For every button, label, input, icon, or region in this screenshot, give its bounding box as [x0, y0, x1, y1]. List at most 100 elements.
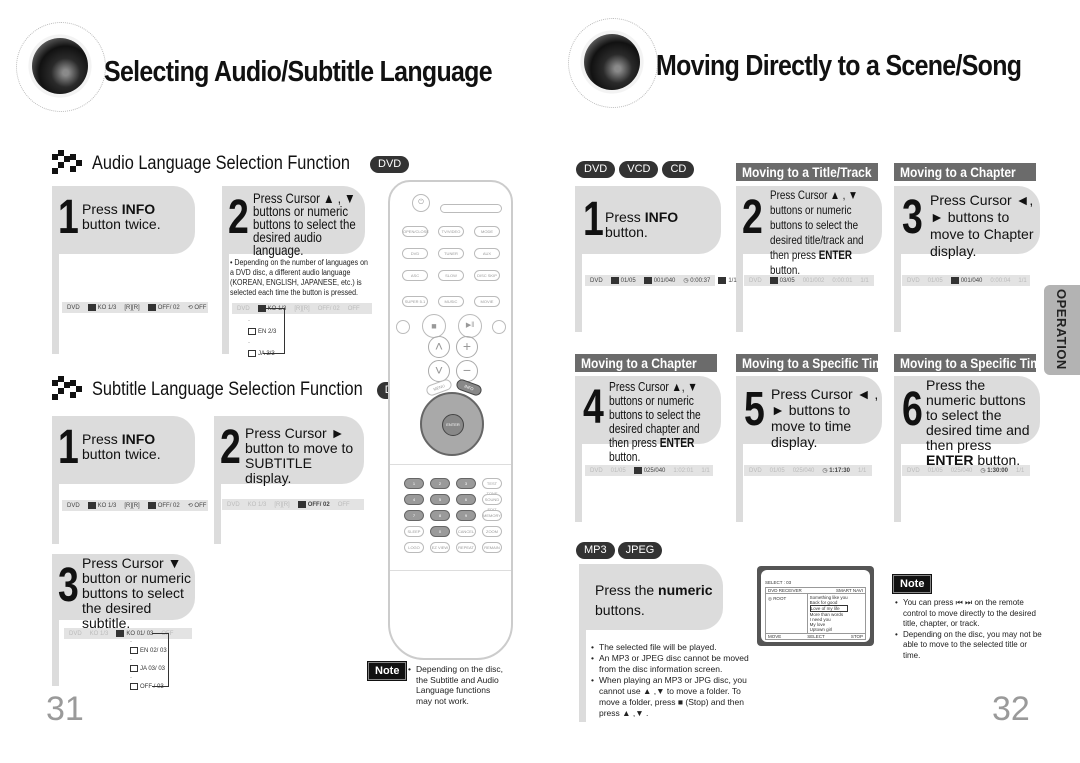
osd-angle: 1/1	[1018, 277, 1027, 284]
subtitle-step-1: 1 Press INFO button twice.	[52, 416, 195, 484]
osd-subtitle-value: OFF/ 02	[157, 503, 180, 510]
jpeg-badge: JPEG	[617, 542, 663, 559]
osd-disc: DVD	[237, 305, 250, 312]
subtitle-icon	[130, 647, 138, 654]
osd-time-value: 1:17:30	[829, 468, 850, 474]
osd-subtitle: OFF/ 02	[317, 305, 340, 312]
osd-subtitle: OFF/ 02	[147, 501, 180, 510]
audio-icon	[87, 303, 96, 311]
note-text-32: You can press ⏮ ⏭ on the remote control …	[895, 598, 1045, 661]
remote-btn-repeat: REPEAT	[456, 542, 476, 553]
osd-title: 01/05	[610, 276, 636, 284]
osd-bar-scene-2: DVD 03/05 001/002 0:00:01 1/1	[744, 275, 874, 286]
remote-btn-slow: SLOW	[438, 270, 464, 281]
remote-num-1: 1	[404, 478, 424, 489]
osd-repeat: OFF	[347, 305, 360, 312]
subtitle-section-heading: Subtitle Language Selection Function DVD	[52, 376, 417, 404]
step-number: 1	[583, 193, 604, 246]
audio-section-title: Audio Language Selection Function	[92, 153, 351, 174]
step-text: Press INFO button twice.	[82, 202, 192, 232]
note-item: Depending on the disc, you may not be ab…	[895, 630, 1045, 662]
scene-step-3: 3 Press Cursor ◄, ► buttons to move to C…	[894, 186, 1040, 259]
osd-chapter: 001/040	[950, 276, 982, 284]
osd-subtitle: KO 01/ 03	[116, 629, 153, 637]
remote-btn-cancel: CANCEL	[456, 526, 476, 537]
audio-step-1: 1 Press INFO button twice.	[52, 186, 195, 254]
step-number: 2	[228, 191, 249, 244]
subtitle-step-2: 2 Press Cursor ► button to move to SUBTI…	[214, 416, 364, 486]
remote-num-5: 5	[430, 494, 450, 505]
osd-title: 01/05	[769, 467, 785, 474]
section-arrows-icon	[52, 150, 86, 178]
step-tail	[736, 444, 743, 522]
mp3-bullet: An MP3 or JPEG disc cannot be moved from…	[591, 653, 751, 675]
scene-step-2: 2 Press Cursor ▲ , ▼ buttons or numeric …	[736, 186, 882, 277]
osd-chapter: 025/040	[792, 467, 815, 474]
folder-pane: ◎ ROOT	[766, 594, 808, 633]
audio-icon	[87, 501, 96, 509]
subtitle-step-3: 3 Press Cursor ▼ button or numeric butto…	[52, 554, 195, 631]
osd-chapter: 025/040	[950, 467, 973, 474]
remote-num-0: 0	[430, 526, 450, 537]
osd-chapter: 001/040	[643, 276, 675, 284]
osd-chapter: 025/040	[633, 466, 665, 474]
remote-btn-aux: AUX	[474, 248, 500, 259]
osd-disc: DVD	[590, 467, 603, 474]
step-text-post: button.	[605, 224, 648, 240]
osd-time-value: 0:00:37	[690, 278, 711, 284]
step-number: 5	[744, 383, 765, 436]
osd-time: 0:00:04	[990, 277, 1011, 284]
osd-sound: [R][R]	[124, 304, 140, 311]
osd-sound: [R][R]	[294, 305, 310, 312]
folder-name: ROOT	[773, 596, 787, 601]
mp3-step: Press the numeric buttons.	[579, 564, 723, 630]
step-text-pre: Press the numeric buttons to select the …	[926, 377, 1030, 453]
mp3-bullets: The selected file will be played. An MP3…	[591, 642, 751, 719]
remote-num-9: 9	[456, 510, 476, 521]
step-text: Press the numeric buttons to select the …	[926, 378, 1038, 468]
remote-btn-movie: MOVIE	[474, 296, 500, 307]
audio-note-text: Depending on the number of languages on …	[230, 258, 368, 297]
info-keyword: INFO	[644, 209, 679, 225]
section-arrows-icon	[52, 376, 86, 404]
osd-sound: [R][R]	[124, 502, 140, 509]
step-tail	[222, 254, 229, 354]
remote-btn-remain: REMAIN	[482, 542, 502, 553]
osd-chapter: 001/002	[802, 277, 825, 284]
dvd-badge: DVD	[370, 155, 410, 173]
osd-time: ◷ 1:30:00	[980, 468, 1008, 474]
step-tail	[52, 254, 59, 354]
note-text-31: Depending on the disc, the Subtitle and …	[408, 664, 508, 706]
skip-forward-icon	[492, 320, 506, 334]
subtitle-icon	[116, 629, 125, 637]
osd-bar-scene-3: DVD 01/05 001/040 0:00:04 1/1	[902, 275, 1030, 286]
disc-logo-icon	[564, 14, 660, 110]
remote-num-8: 8	[430, 510, 450, 521]
step-tail	[894, 254, 901, 332]
tv-screen: SELECT : 03 DVD RECEIVER SMART NAVI ◎ RO…	[761, 570, 870, 642]
osd-angle: 1/1	[857, 467, 867, 474]
remote-divider	[390, 570, 511, 571]
osd-angle: 1/1	[718, 276, 737, 284]
volume-up-icon: +	[456, 336, 478, 358]
step-number: 2	[220, 421, 241, 474]
enter-keyword: ENTER	[659, 436, 695, 450]
screen-body: ◎ ROOT Something like you Back for good …	[765, 594, 866, 634]
tag-specific-time-1: Moving to a Specific Time	[736, 354, 878, 372]
page-number-32: 32	[992, 690, 1030, 728]
mp3-badge: MP3	[576, 542, 615, 559]
osd-subtitle: OFF/ 02	[147, 303, 180, 311]
step-number: 3	[58, 559, 79, 612]
note-badge-32: Note	[891, 574, 933, 594]
power-button-icon: ⏻	[412, 194, 430, 212]
subtitle-section-title: Subtitle Language Selection Function	[92, 379, 363, 400]
osd-disc: DVD	[907, 467, 920, 474]
osd-time: ◷ 0:00:37	[683, 278, 711, 284]
audio-note: • Depending on the number of languages o…	[230, 258, 368, 297]
remote-num-7: 7	[404, 510, 424, 521]
osd-title: 01/05	[927, 467, 943, 474]
audio-icon	[248, 327, 256, 335]
remote-btn-logo: LOGO	[404, 542, 424, 553]
osd-time: 0:00:01	[832, 277, 853, 284]
note-item: You can press ⏮ ⏭ on the remote control …	[895, 598, 1045, 630]
